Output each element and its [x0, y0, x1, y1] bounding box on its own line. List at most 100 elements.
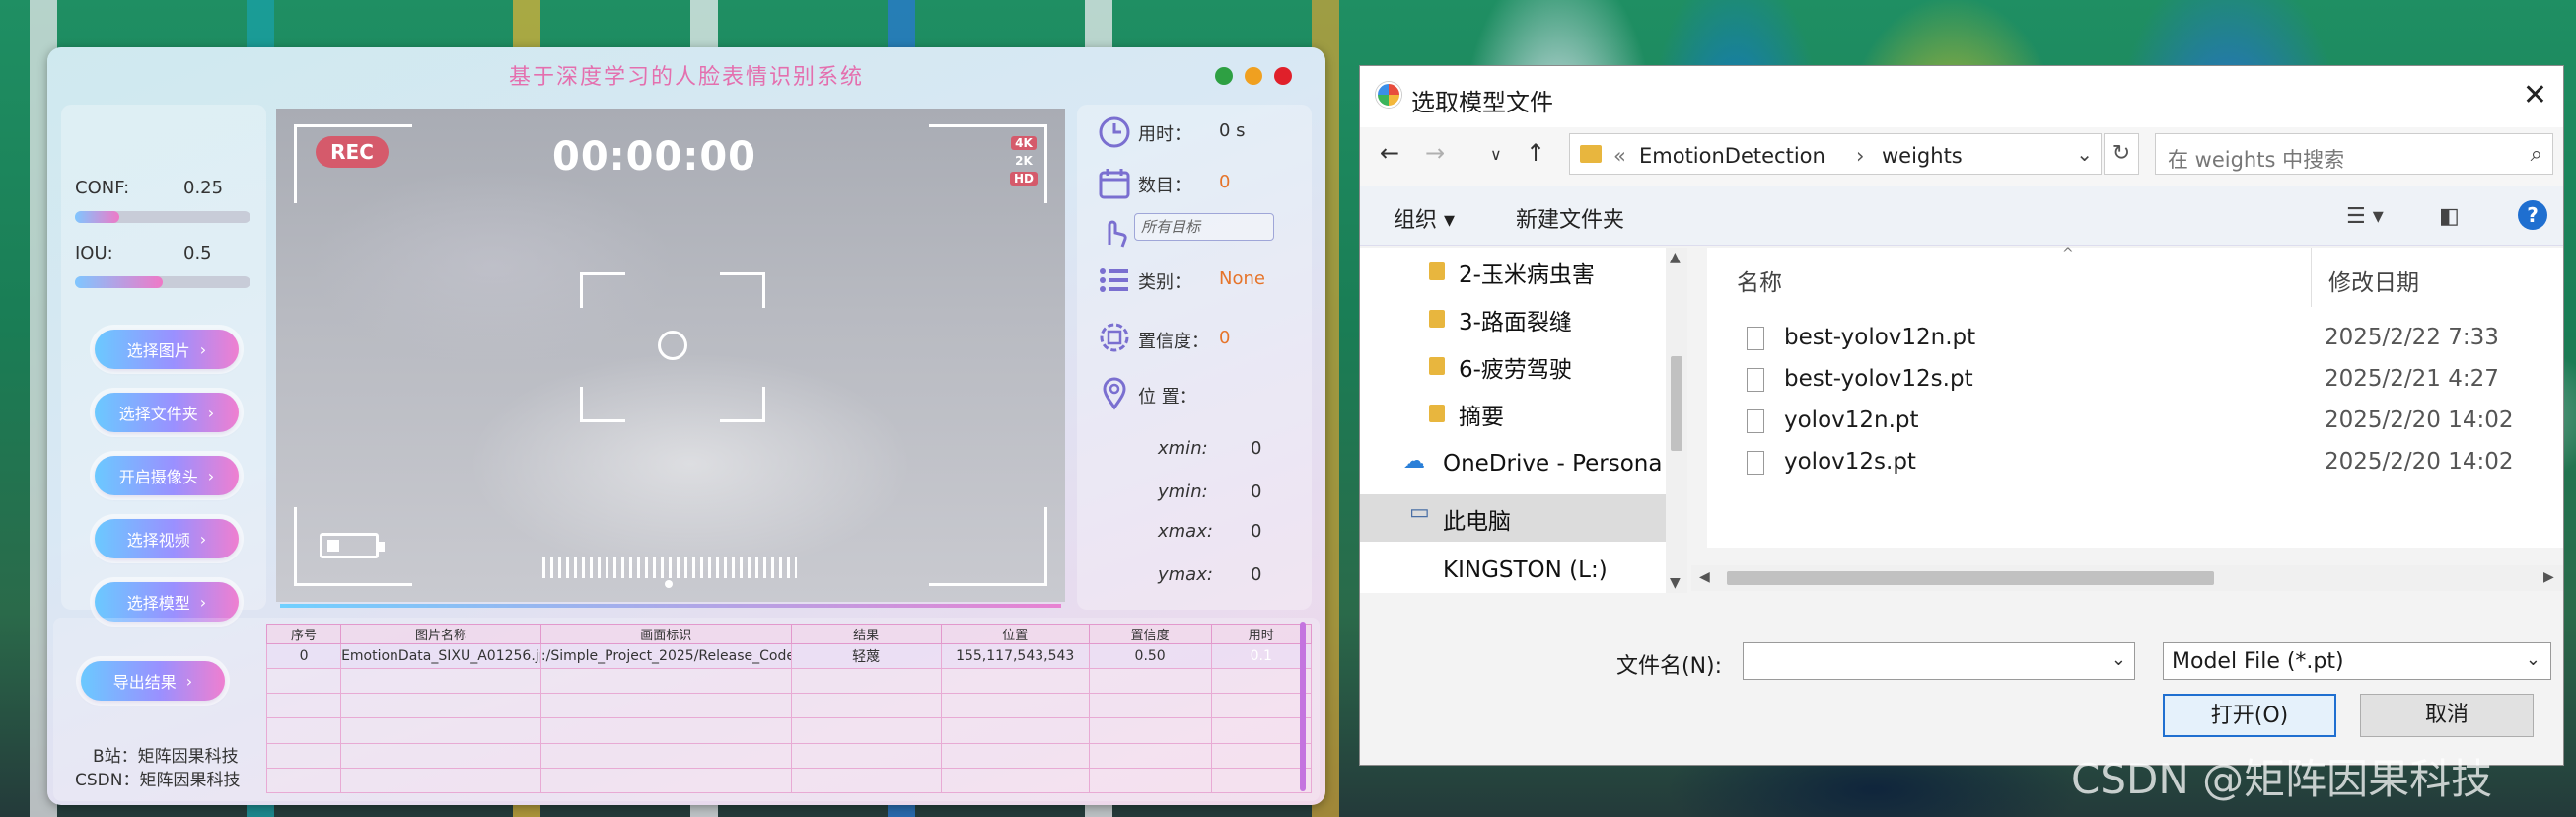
iou-slider[interactable]	[75, 276, 250, 288]
count-value: 0	[1219, 172, 1231, 192]
cell: 0.1	[1210, 642, 1313, 670]
horizontal-scroll-thumb[interactable]	[1727, 571, 2214, 585]
file-dialog: 选取模型文件 ✕ ← → ∨ ↑ « EmotionDetection › we…	[1359, 65, 2564, 766]
computer-icon: ▭	[1409, 500, 1430, 525]
path-overflow[interactable]: «	[1613, 144, 1626, 168]
xmax-value: 0	[1251, 521, 1262, 542]
csdn-watermark: CSDN @矩阵因果科技	[2071, 755, 2493, 803]
confidence-gear-icon	[1100, 323, 1129, 352]
col-confidence[interactable]: 置信度	[1088, 624, 1212, 644]
view-options-icon[interactable]: ☰ ▾	[2346, 204, 2384, 229]
ruler-indicator	[665, 580, 673, 588]
file-icon	[1747, 327, 1764, 350]
col-position[interactable]: 位置	[940, 624, 1090, 644]
path-segment[interactable]: EmotionDetection	[1639, 144, 1825, 168]
col-result[interactable]: 结果	[790, 624, 942, 644]
col-name-header[interactable]: 名称	[1737, 263, 1782, 297]
horizontal-scrollbar[interactable]: ◀ ▶	[1691, 565, 2563, 591]
cell: 0	[265, 642, 342, 670]
battery-icon	[320, 533, 385, 558]
cloud-icon: ☁	[1403, 449, 1425, 474]
open-camera-button[interactable]: 开启摄像头 ›	[95, 456, 239, 495]
app-title: 基于深度学习的人脸表情识别系统	[508, 65, 864, 90]
resolution-badges: 4K 2K HD	[1009, 136, 1038, 186]
tree-item-folder[interactable]: 摘要	[1360, 390, 1666, 437]
back-arrow-icon[interactable]: ←	[1380, 139, 1399, 167]
file-row[interactable]: best-yolov12s.pt 2025/2/21 4:27	[1707, 360, 2563, 402]
chevron-right-icon: ›	[199, 339, 207, 359]
tree-item-onedrive[interactable]: ☁ OneDrive - Persona	[1360, 443, 1666, 490]
chevron-down-icon[interactable]: ⌄	[2111, 649, 2126, 670]
help-icon[interactable]: ?	[2518, 200, 2547, 230]
scroll-left-icon[interactable]: ◀	[1699, 569, 1710, 585]
col-time[interactable]: 用时	[1210, 624, 1313, 644]
col-image-name[interactable]: 图片名称	[340, 624, 541, 644]
clock-icon	[1099, 116, 1130, 148]
col-frame-id[interactable]: 画面标识	[539, 624, 792, 644]
path-segment[interactable]: weights	[1882, 144, 1963, 168]
close-icon[interactable]: ✕	[2523, 78, 2547, 112]
scroll-down-icon[interactable]: ▼	[1670, 575, 1681, 591]
file-icon	[1747, 368, 1764, 392]
export-results-button[interactable]: 导出结果 ›	[81, 661, 225, 701]
file-row[interactable]: yolov12s.pt 2025/2/20 14:02	[1707, 443, 2563, 484]
new-folder-button[interactable]: 新建文件夹	[1516, 202, 1624, 234]
focus-corner	[720, 387, 765, 422]
stats-panel: 用时： 0 s 数目： 0 所有目标 类别： None 置信度： 0 位 置： …	[1077, 105, 1312, 610]
res-badge: 4K	[1011, 136, 1037, 150]
up-arrow-icon[interactable]: ↑	[1526, 139, 1545, 167]
select-image-button[interactable]: 选择图片 ›	[95, 330, 239, 369]
file-list: ^ 名称 修改日期 best-yolov12n.pt 2025/2/22 7:33…	[1707, 246, 2563, 548]
cancel-button[interactable]: 取消	[2360, 694, 2534, 737]
close-button[interactable]	[1274, 67, 1292, 85]
recent-dropdown-icon[interactable]: ∨	[1490, 145, 1502, 164]
forward-arrow-icon[interactable]: →	[1425, 139, 1445, 167]
file-row[interactable]: best-yolov12n.pt 2025/2/22 7:33	[1707, 319, 2563, 360]
select-image-label: 选择图片	[126, 341, 190, 360]
tree-item-folder[interactable]: 2-玉米病虫害	[1360, 248, 1666, 295]
chevron-right-icon: ›	[207, 403, 215, 422]
chevron-down-icon[interactable]: ⌄	[2076, 142, 2093, 166]
count-label: 数目：	[1138, 176, 1191, 196]
tree-item-folder[interactable]: 3-路面裂缝	[1360, 295, 1666, 342]
ymin-value: 0	[1251, 482, 1262, 502]
chevron-down-icon[interactable]: ⌄	[2526, 649, 2540, 670]
refresh-icon[interactable]: ↻	[2104, 133, 2139, 175]
open-button[interactable]: 打开(O)	[2163, 694, 2336, 737]
search-icon[interactable]: ⌕	[2531, 142, 2542, 167]
xmin-value: 0	[1251, 438, 1262, 459]
scroll-right-icon[interactable]: ▶	[2543, 569, 2554, 585]
cell: EmotionData_SIXU_A01256.jpg	[340, 642, 541, 670]
select-video-button[interactable]: 选择视频 ›	[95, 519, 239, 558]
ymin-label: ymin:	[1158, 482, 1208, 502]
scroll-up-icon[interactable]: ▲	[1670, 250, 1681, 265]
select-model-button[interactable]: 选择模型 ›	[95, 582, 239, 622]
conf-slider[interactable]	[75, 211, 250, 223]
tree-scrollbar[interactable]: ▲ ▼	[1666, 248, 1687, 593]
file-name: yolov12n.pt	[1784, 408, 1919, 433]
progress-bar	[280, 604, 1061, 608]
tree-scroll-thumb[interactable]	[1671, 356, 1682, 451]
address-bar[interactable]: « EmotionDetection › weights ⌄	[1569, 133, 2102, 175]
tree-item-this-pc[interactable]: ▭ 此电脑	[1360, 494, 1666, 542]
folder-icon	[1429, 405, 1445, 422]
minimize-button[interactable]	[1245, 67, 1262, 85]
folder-icon	[1429, 262, 1445, 280]
filetype-select[interactable]: Model File (*.pt) ⌄	[2163, 642, 2551, 680]
table-row[interactable]: 0 EmotionData_SIXU_A01256.jpg :/Simple_P…	[265, 642, 1313, 670]
class-label: 类别：	[1138, 272, 1191, 293]
select-folder-button[interactable]: 选择文件夹 ›	[95, 393, 239, 432]
table-scrollbar[interactable]	[1300, 622, 1306, 791]
tree-item-folder[interactable]: 6-疲劳驾驶	[1360, 342, 1666, 390]
maximize-button[interactable]	[1215, 67, 1233, 85]
search-box[interactable]: 在 weights 中搜索 ⌕	[2155, 133, 2553, 175]
file-row[interactable]: yolov12n.pt 2025/2/20 14:02	[1707, 402, 2563, 443]
tree-item-drive[interactable]: KINGSTON (L:)	[1360, 550, 1666, 593]
focus-corner	[580, 272, 625, 308]
target-select[interactable]: 所有目标	[1134, 213, 1274, 241]
organize-button[interactable]: 组织 ▾	[1394, 202, 1455, 234]
col-index[interactable]: 序号	[265, 624, 342, 644]
col-date-header[interactable]: 修改日期	[2328, 263, 2419, 297]
preview-pane-icon[interactable]: ◧	[2439, 204, 2460, 229]
filename-input[interactable]: ⌄	[1743, 642, 2135, 680]
